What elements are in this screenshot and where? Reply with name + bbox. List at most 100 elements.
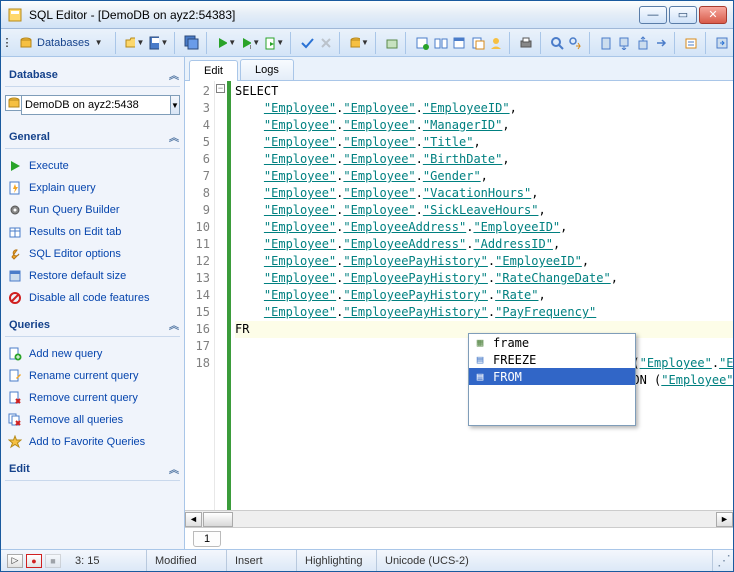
sidebar-item-label: SQL Editor options xyxy=(29,248,121,260)
sidebar-item-label: Rename current query xyxy=(29,370,138,382)
app-window: SQL Editor - [DemoDB on ayz2:54383] — ▭ … xyxy=(0,0,734,572)
section-database[interactable]: Database︽ xyxy=(5,61,180,87)
fold-bar[interactable]: − xyxy=(215,81,227,510)
status-mode: Insert xyxy=(227,550,297,571)
sidebar-item-label: Remove all queries xyxy=(29,414,123,426)
edit-form-icon[interactable] xyxy=(684,33,698,53)
resize-grip[interactable]: ⋰ xyxy=(713,552,733,569)
cancel-icon[interactable] xyxy=(319,33,333,53)
restore-icon[interactable] xyxy=(714,33,728,53)
check-icon[interactable] xyxy=(300,33,314,53)
status-play-button[interactable]: ▷ xyxy=(7,554,23,568)
bookmark-prev-icon[interactable] xyxy=(635,33,649,53)
general-restore-default-size[interactable]: Restore default size xyxy=(5,265,180,287)
code-editor[interactable]: 23456789101112131415161718 − SELECT "Emp… xyxy=(185,81,733,510)
database-input[interactable] xyxy=(21,95,171,115)
autocomplete-item-frame[interactable]: ▦frame xyxy=(469,334,635,351)
app-icon xyxy=(7,7,23,23)
status-stop-button[interactable]: ■ xyxy=(45,554,61,568)
section-general[interactable]: General︽ xyxy=(5,123,180,149)
autocomplete-item-from[interactable]: ▤FROM xyxy=(469,368,635,385)
print-icon[interactable] xyxy=(519,33,533,53)
find-icon[interactable] xyxy=(550,33,564,53)
doc-lightning-icon xyxy=(7,180,23,196)
autocomplete-item-freeze[interactable]: ▤FREEZE xyxy=(469,351,635,368)
horizontal-scrollbar[interactable]: ◄ ► xyxy=(185,510,733,527)
toolbar-grip[interactable]: ⋮ xyxy=(5,33,9,53)
sidebar-item-label: Results on Edit tab xyxy=(29,226,121,238)
open-icon[interactable]: ▼ xyxy=(124,33,144,53)
titlebar[interactable]: SQL Editor - [DemoDB on ayz2:54383] — ▭ … xyxy=(1,1,733,29)
tab-edit[interactable]: Edit xyxy=(189,60,238,81)
general-results-on-edit-tab[interactable]: Results on Edit tab xyxy=(5,221,180,243)
queries-rename-current-query[interactable]: Rename current query xyxy=(5,365,180,387)
tool-compare-icon[interactable] xyxy=(434,33,448,53)
tool-newwin-icon[interactable] xyxy=(415,33,429,53)
code-area[interactable]: SELECT "Employee"."Employee"."EmployeeID… xyxy=(231,81,733,510)
query-page-tabs: 1 xyxy=(185,527,733,549)
databases-dropdown[interactable]: Databases ▼ xyxy=(13,33,109,53)
autocomplete-label: FREEZE xyxy=(493,353,536,367)
maximize-button[interactable]: ▭ xyxy=(669,6,697,24)
general-sql-editor-options[interactable]: SQL Editor options xyxy=(5,243,180,265)
tool-win-icon[interactable] xyxy=(452,33,466,53)
replace-icon[interactable] xyxy=(568,33,582,53)
queries-remove-all-queries[interactable]: Remove all queries xyxy=(5,409,180,431)
close-button[interactable]: ✕ xyxy=(699,6,727,24)
databases-label: Databases xyxy=(37,37,90,49)
sidebar-item-label: Execute xyxy=(29,160,69,172)
database-dropdown-button[interactable]: ▼ xyxy=(171,95,180,115)
tool1-icon[interactable] xyxy=(385,33,399,53)
run-current-icon[interactable]: ▼ xyxy=(240,33,260,53)
queries-remove-current-query[interactable]: Remove current query xyxy=(5,387,180,409)
sidebar-item-label: Remove current query xyxy=(29,392,138,404)
database-selector[interactable]: ▼ xyxy=(5,95,180,115)
bookmark-icon[interactable] xyxy=(598,33,612,53)
sidebar-item-label: Restore default size xyxy=(29,270,126,282)
run-icon[interactable]: ▼ xyxy=(216,33,236,53)
db-icon[interactable]: ▼ xyxy=(349,33,369,53)
star-icon xyxy=(7,434,23,450)
queries-add-to-favorite-queries[interactable]: Add to Favorite Queries xyxy=(5,431,180,453)
window-icon xyxy=(7,268,23,284)
status-encoding: Unicode (UCS-2) xyxy=(377,550,713,571)
scroll-right-button[interactable]: ► xyxy=(716,512,733,527)
editor-pane: Edit Logs 23456789101112131415161718 − S… xyxy=(185,57,733,549)
query-page-1[interactable]: 1 xyxy=(193,531,221,547)
line-gutter: 23456789101112131415161718 xyxy=(185,81,215,510)
general-run-query-builder[interactable]: Run Query Builder xyxy=(5,199,180,221)
no-icon xyxy=(7,290,23,306)
window-title: SQL Editor - [DemoDB on ayz2:54383] xyxy=(29,8,639,22)
status-modified: Modified xyxy=(147,550,227,571)
bookmark-next-icon[interactable] xyxy=(617,33,631,53)
play-green-icon xyxy=(7,158,23,174)
fold-toggle[interactable]: − xyxy=(216,84,225,93)
docs-x-icon xyxy=(7,412,23,428)
section-edit[interactable]: Edit︽ xyxy=(5,455,180,481)
sidebar-item-label: Disable all code features xyxy=(29,292,149,304)
save-all-icon[interactable] xyxy=(184,33,200,53)
minimize-button[interactable]: — xyxy=(639,6,667,24)
queries-add-new-query[interactable]: Add new query xyxy=(5,343,180,365)
doc-rename-icon xyxy=(7,368,23,384)
save-icon[interactable]: ▼ xyxy=(148,33,168,53)
general-disable-all-code-features[interactable]: Disable all code features xyxy=(5,287,180,309)
tool-user-icon[interactable] xyxy=(489,33,503,53)
run-script-icon[interactable]: ▼ xyxy=(264,33,284,53)
scroll-left-button[interactable]: ◄ xyxy=(185,512,202,527)
gear-icon xyxy=(7,202,23,218)
section-queries[interactable]: Queries︽ xyxy=(5,311,180,337)
sidebar-item-label: Explain query xyxy=(29,182,96,194)
general-execute[interactable]: Execute xyxy=(5,155,180,177)
editor-tabs: Edit Logs xyxy=(185,57,733,81)
status-position: 3: 15 xyxy=(67,550,147,571)
status-record-button[interactable]: ● xyxy=(26,554,42,568)
tab-logs[interactable]: Logs xyxy=(240,59,294,80)
scroll-thumb[interactable] xyxy=(203,512,233,527)
statusbar: ▷ ● ■ 3: 15 Modified Insert Highlighting… xyxy=(1,549,733,571)
goto-icon[interactable] xyxy=(654,33,668,53)
autocomplete-popup[interactable]: ▦frame▤FREEZE▤FROM xyxy=(468,333,636,426)
tool-copy-icon[interactable] xyxy=(470,33,484,53)
sidebar-item-label: Run Query Builder xyxy=(29,204,120,216)
general-explain-query[interactable]: Explain query xyxy=(5,177,180,199)
